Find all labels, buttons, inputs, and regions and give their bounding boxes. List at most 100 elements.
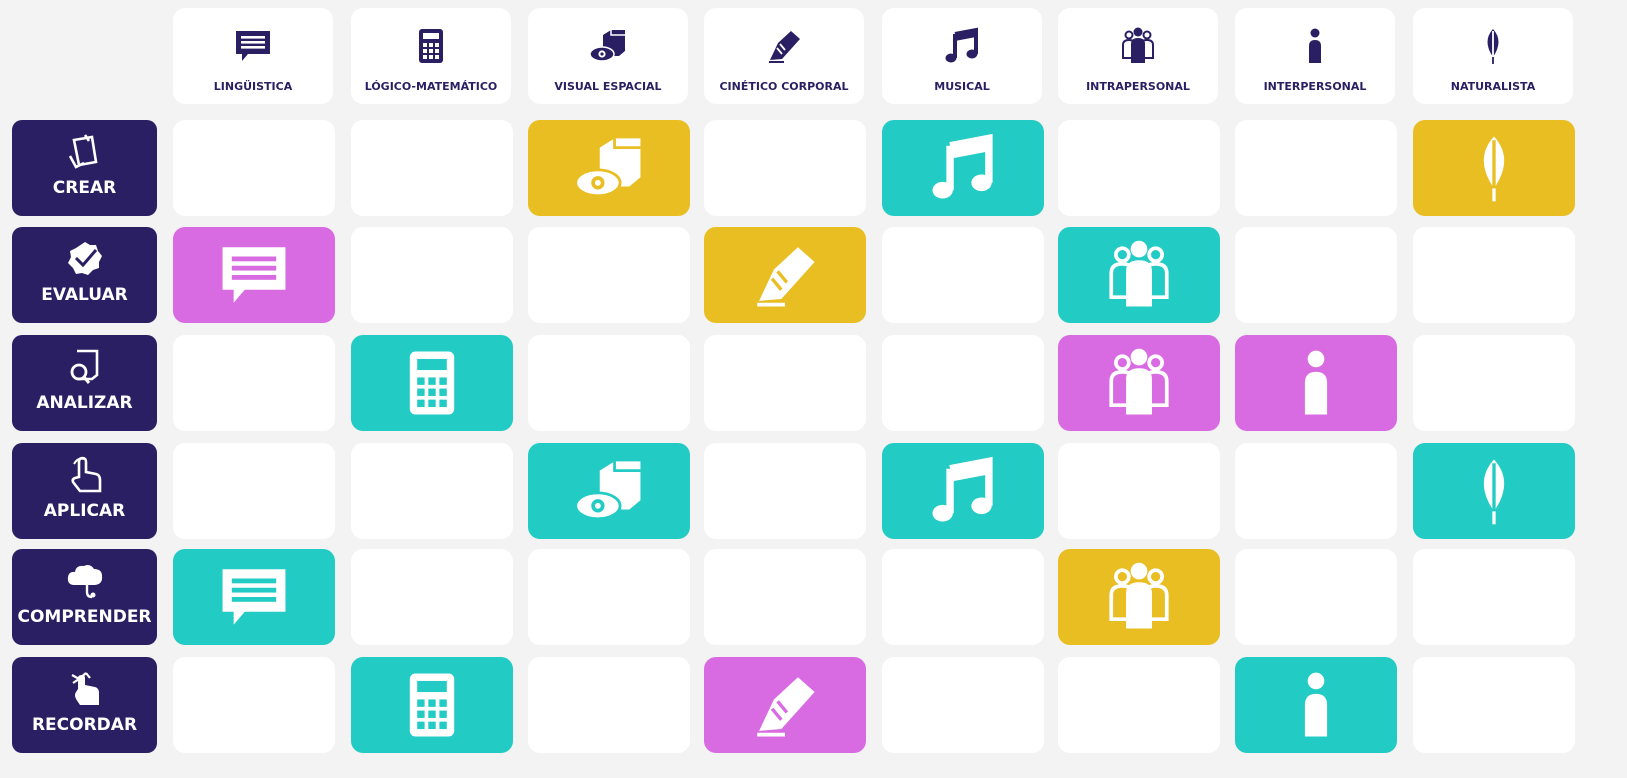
column-label: INTERPERSONAL bbox=[1263, 80, 1367, 93]
group-icon bbox=[1118, 26, 1158, 66]
row-label-analizar: ANALIZAR bbox=[12, 335, 157, 431]
matrix-cell-recordar-4 bbox=[704, 657, 866, 753]
column-header-naturalista: NATURALISTA bbox=[1413, 8, 1573, 104]
matrix-cell-crear-1 bbox=[173, 120, 335, 216]
brain-cloud-icon bbox=[65, 561, 105, 601]
matrix-cell-analizar-2 bbox=[351, 335, 513, 431]
matrix-cell-comprender-8 bbox=[1413, 549, 1575, 645]
matrix-cell-crear-4 bbox=[704, 120, 866, 216]
matrix-cell-evaluar-3 bbox=[528, 227, 690, 323]
matrix-cell-comprender-2 bbox=[351, 549, 513, 645]
column-label: VISUAL ESPACIAL bbox=[554, 80, 662, 93]
person-icon bbox=[1279, 346, 1353, 420]
matrix-cell-analizar-3 bbox=[528, 335, 690, 431]
matrix-cell-analizar-1 bbox=[173, 335, 335, 431]
calculator-icon bbox=[411, 26, 451, 66]
matrix-cell-recordar-6 bbox=[1058, 657, 1220, 753]
matrix-cell-aplicar-7 bbox=[1235, 443, 1397, 539]
matrix-cell-analizar-4 bbox=[704, 335, 866, 431]
matrix-cell-aplicar-5 bbox=[882, 443, 1044, 539]
column-header-lógico-matemático: LÓGICO-MATEMÁTICO bbox=[351, 8, 511, 104]
eye-cube-icon bbox=[572, 454, 646, 528]
matrix-cell-recordar-1 bbox=[173, 657, 335, 753]
matrix-cell-aplicar-1 bbox=[173, 443, 335, 539]
matrix-cell-comprender-7 bbox=[1235, 549, 1397, 645]
hand-pointer-icon bbox=[65, 455, 105, 495]
row-label-recordar: RECORDAR bbox=[12, 657, 157, 753]
group-icon bbox=[1102, 560, 1176, 634]
leaf-icon bbox=[1457, 454, 1531, 528]
column-header-lingüistica: LINGÜISTICA bbox=[173, 8, 333, 104]
shoe-icon bbox=[748, 238, 822, 312]
calculator-icon bbox=[395, 668, 469, 742]
row-title: COMPRENDER bbox=[17, 607, 152, 627]
group-icon bbox=[1102, 238, 1176, 312]
matrix-cell-crear-8 bbox=[1413, 120, 1575, 216]
row-label-aplicar: APLICAR bbox=[12, 443, 157, 539]
matrix-cell-comprender-4 bbox=[704, 549, 866, 645]
leaf-icon bbox=[1457, 131, 1531, 205]
row-title: CREAR bbox=[52, 178, 117, 198]
eye-cube-icon bbox=[588, 26, 628, 66]
speech-bubble-icon bbox=[217, 560, 291, 634]
matrix-cell-analizar-5 bbox=[882, 335, 1044, 431]
row-label-comprender: COMPRENDER bbox=[12, 549, 157, 645]
matrix-cell-recordar-5 bbox=[882, 657, 1044, 753]
music-note-icon bbox=[942, 26, 982, 66]
matrix-cell-crear-2 bbox=[351, 120, 513, 216]
matrix-cell-recordar-7 bbox=[1235, 657, 1397, 753]
column-header-musical: MUSICAL bbox=[882, 8, 1042, 104]
shoe-icon bbox=[748, 668, 822, 742]
matrix-cell-aplicar-6 bbox=[1058, 443, 1220, 539]
row-title: RECORDAR bbox=[31, 715, 138, 735]
matrix-cell-comprender-1 bbox=[173, 549, 335, 645]
row-title: APLICAR bbox=[43, 501, 126, 521]
matrix-cell-analizar-6 bbox=[1058, 335, 1220, 431]
speech-bubble-icon bbox=[233, 26, 273, 66]
matrix-cell-evaluar-8 bbox=[1413, 227, 1575, 323]
person-icon bbox=[1295, 26, 1335, 66]
matrix-cell-crear-5 bbox=[882, 120, 1044, 216]
matrix-cell-crear-6 bbox=[1058, 120, 1220, 216]
music-note-icon bbox=[926, 454, 1000, 528]
matrix-cell-recordar-2 bbox=[351, 657, 513, 753]
matrix-cell-crear-7 bbox=[1235, 120, 1397, 216]
matrix-cell-analizar-7 bbox=[1235, 335, 1397, 431]
matrix-cell-analizar-8 bbox=[1413, 335, 1575, 431]
matrix-cell-recordar-8 bbox=[1413, 657, 1575, 753]
group-icon bbox=[1102, 346, 1176, 420]
matrix-cell-evaluar-4 bbox=[704, 227, 866, 323]
matrix-cell-aplicar-3 bbox=[528, 443, 690, 539]
matrix-cell-evaluar-5 bbox=[882, 227, 1044, 323]
matrix-cell-aplicar-4 bbox=[704, 443, 866, 539]
column-header-interpersonal: INTERPERSONAL bbox=[1235, 8, 1395, 104]
matrix-cell-recordar-3 bbox=[528, 657, 690, 753]
matrix-cell-comprender-5 bbox=[882, 549, 1044, 645]
column-label: MUSICAL bbox=[934, 80, 990, 93]
column-header-visual-espacial: VISUAL ESPACIAL bbox=[528, 8, 688, 104]
calculator-icon bbox=[395, 346, 469, 420]
matrix-cell-aplicar-2 bbox=[351, 443, 513, 539]
matrix-cell-evaluar-1 bbox=[173, 227, 335, 323]
column-header-intrapersonal: INTRAPERSONAL bbox=[1058, 8, 1218, 104]
column-label: INTRAPERSONAL bbox=[1086, 80, 1190, 93]
matrix-cell-evaluar-2 bbox=[351, 227, 513, 323]
person-icon bbox=[1279, 668, 1353, 742]
row-label-evaluar: EVALUAR bbox=[12, 227, 157, 323]
finger-ribbon-icon bbox=[65, 669, 105, 709]
check-badge-icon bbox=[65, 239, 105, 279]
leaf-icon bbox=[1473, 26, 1513, 66]
matrix-cell-evaluar-7 bbox=[1235, 227, 1397, 323]
shoe-icon bbox=[764, 26, 804, 66]
row-title: ANALIZAR bbox=[36, 393, 133, 413]
matrix-cell-comprender-6 bbox=[1058, 549, 1220, 645]
matrix-cell-aplicar-8 bbox=[1413, 443, 1575, 539]
column-header-cinético-corporal: CINÉTICO CORPORAL bbox=[704, 8, 864, 104]
analyze-icon bbox=[65, 347, 105, 387]
speech-bubble-icon bbox=[217, 238, 291, 312]
create-icon bbox=[65, 132, 105, 172]
row-title: EVALUAR bbox=[41, 285, 128, 305]
eye-cube-icon bbox=[572, 131, 646, 205]
matrix-cell-comprender-3 bbox=[528, 549, 690, 645]
column-label: LÓGICO-MATEMÁTICO bbox=[364, 80, 498, 93]
